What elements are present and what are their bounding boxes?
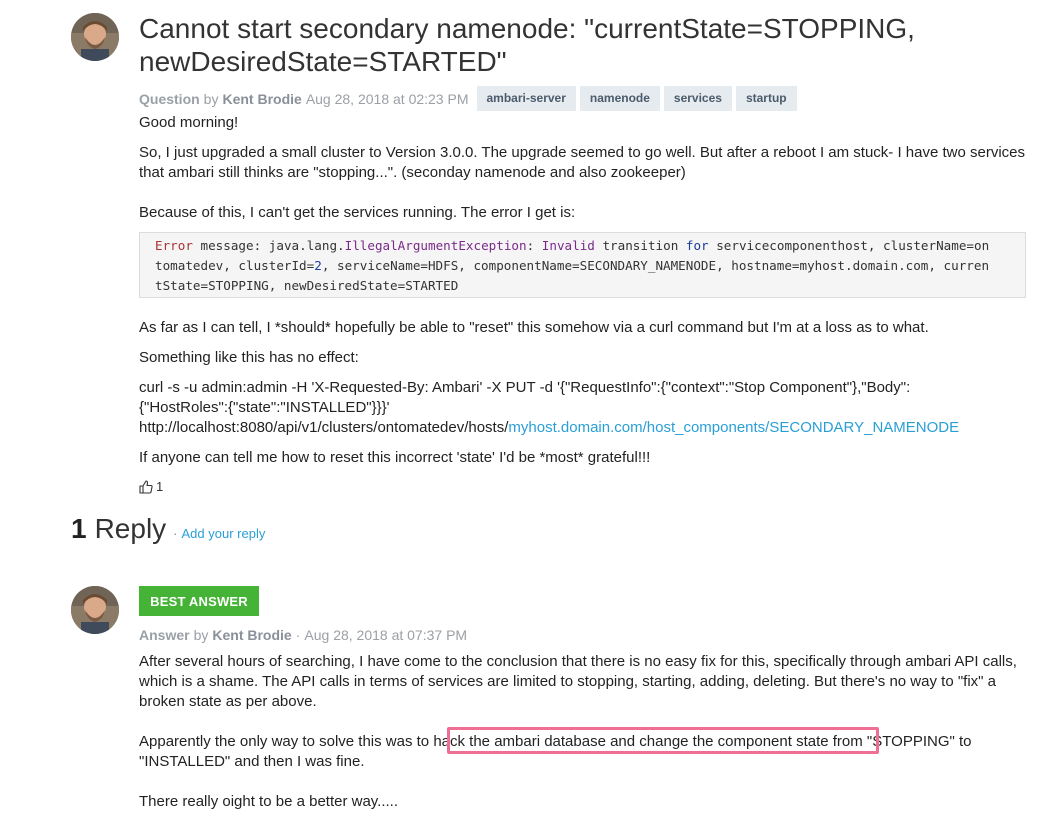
tag-namenode[interactable]: namenode — [579, 86, 660, 111]
tag-list: ambari-server namenode services startup — [476, 86, 801, 111]
code-token: tomatedev, clusterId= — [155, 258, 315, 273]
answer-paragraph: After several hours of searching, I have… — [139, 653, 1017, 710]
curl-url-text: http://localhost:8080/api/v1/clusters/on… — [139, 419, 509, 436]
question-paragraph: Good morning! — [139, 114, 239, 131]
thumbs-up-icon — [139, 479, 153, 494]
by-label: by — [203, 90, 219, 107]
code-token: , serviceName=HDFS, componentName=SECOND… — [321, 258, 990, 273]
code-token: Error — [155, 238, 193, 253]
question-title: Cannot start secondary namenode: "curren… — [139, 13, 915, 77]
highlight-annotation-box — [447, 727, 879, 754]
code-token: : — [526, 238, 535, 253]
separator-dot: · — [295, 627, 301, 643]
separator-dot: · — [173, 526, 178, 541]
best-answer-badge: BEST ANSWER — [139, 586, 259, 616]
code-token: transition — [602, 238, 679, 253]
vote-count: 1 — [156, 479, 164, 494]
tag-startup[interactable]: startup — [735, 86, 797, 111]
code-token: servicecomponenthost, clusterName=on — [716, 238, 990, 253]
answer-paragraph: There really oight to be a better way...… — [139, 793, 399, 810]
post-kind-label: Question — [139, 90, 200, 107]
code-token: IllegalArgumentException — [344, 238, 527, 253]
post-date: Aug 28, 2018 at 02:23 PM — [305, 90, 469, 107]
host-components-link[interactable]: myhost.domain.com/host_components/SECOND… — [508, 419, 959, 436]
question-meta: Question by Kent Brodie Aug 28, 2018 at … — [139, 86, 801, 111]
tag-services[interactable]: services — [663, 86, 732, 111]
question-paragraph: If anyone can tell me how to reset this … — [139, 449, 651, 466]
code-token: message: — [200, 238, 262, 253]
answer-meta: Answer by Kent Brodie · Aug 28, 2018 at … — [139, 626, 467, 644]
error-code-block: Error message: java.lang.IllegalArgument… — [139, 232, 1026, 298]
code-token: 2 — [314, 258, 322, 273]
post-kind-label: Answer — [139, 627, 190, 643]
curl-line: http://localhost:8080/api/v1/clusters/on… — [139, 418, 1039, 438]
question-paragraph: So, I just upgraded a small cluster to V… — [139, 144, 1026, 181]
by-label: by — [193, 627, 209, 643]
reply-count: 1 — [71, 513, 87, 544]
post-date: Aug 28, 2018 at 07:37 PM — [304, 627, 468, 643]
add-reply-link[interactable]: Add your reply — [182, 526, 266, 541]
reply-word: Reply — [94, 513, 167, 544]
code-token: for — [685, 238, 709, 253]
question-author-avatar[interactable] — [71, 13, 119, 61]
question-paragraph: Something like this has no effect: — [139, 349, 359, 366]
vote-button[interactable]: 1 — [139, 479, 163, 494]
question-paragraph: As far as I can tell, I *should* hopeful… — [139, 319, 929, 336]
curl-command: curl -s -u admin:admin -H 'X-Requested-B… — [139, 378, 1039, 438]
answer-author-avatar[interactable] — [71, 586, 119, 634]
code-token: tState=STOPPING, newDesiredState=STARTED — [155, 278, 459, 293]
author-link[interactable]: Kent Brodie — [222, 91, 301, 107]
tag-ambari-server[interactable]: ambari-server — [476, 86, 576, 111]
author-link[interactable]: Kent Brodie — [212, 627, 291, 643]
question-paragraph: Because of this, I can't get the service… — [139, 204, 576, 221]
code-token: Invalid — [541, 238, 595, 253]
curl-line: curl -s -u admin:admin -H 'X-Requested-B… — [139, 379, 911, 396]
curl-line: {"HostRoles":{"state":"INSTALLED"}}}' — [139, 399, 390, 416]
code-token: java.lang. — [268, 238, 345, 253]
replies-header: 1 Reply · Add your reply — [71, 513, 265, 545]
